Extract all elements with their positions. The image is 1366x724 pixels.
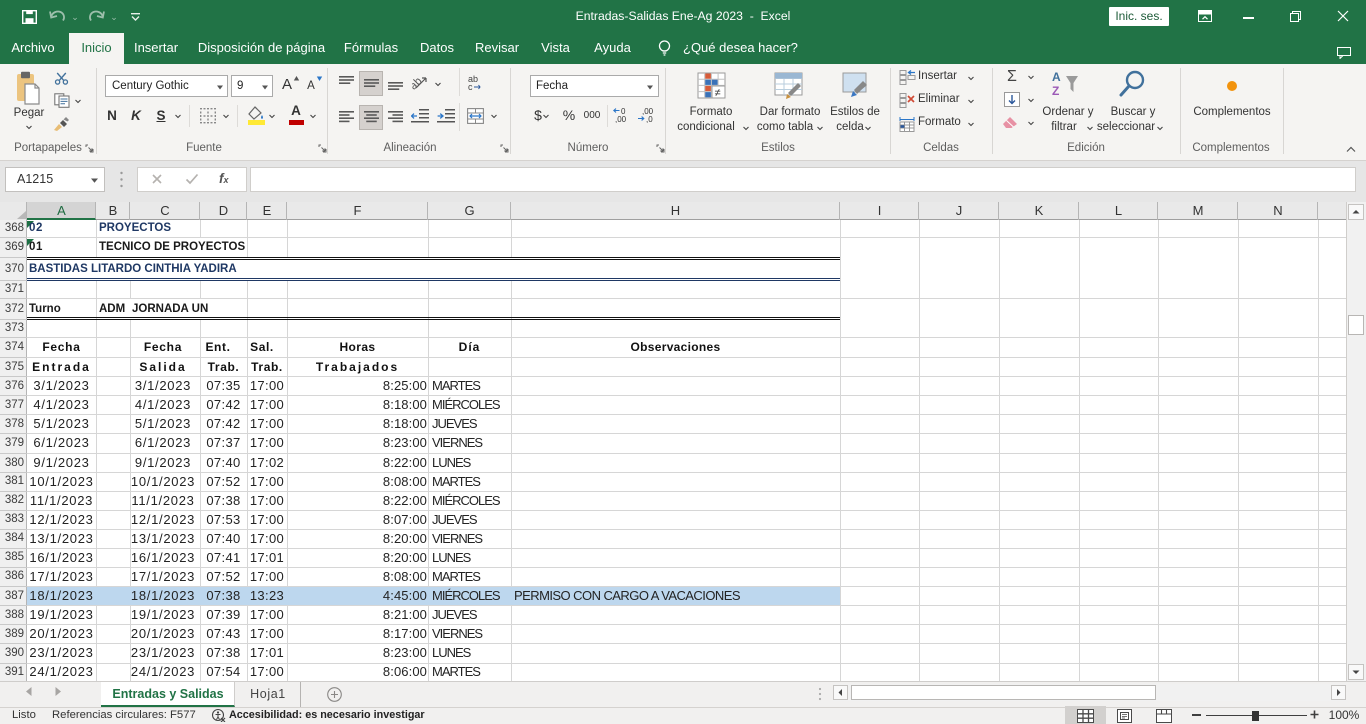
svg-text:Z: Z	[1052, 84, 1059, 98]
svg-text:≠: ≠	[715, 87, 721, 99]
svg-text:,00: ,00	[615, 115, 627, 123]
svg-text:A: A	[1052, 70, 1061, 84]
svg-text:,0: ,0	[646, 115, 653, 123]
svg-text:c: c	[468, 82, 473, 91]
